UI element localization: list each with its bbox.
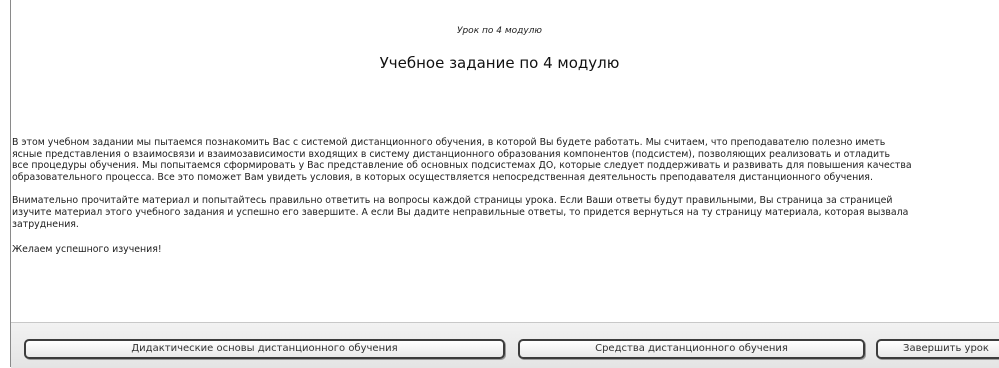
closing-wish: Желаем успешного изучения! xyxy=(12,244,162,256)
intro-line-2: ясные представления о взаимосвязи и взаи… xyxy=(12,148,891,160)
previous-lesson-button[interactable]: Дидактические основы дистанционного обуч… xyxy=(24,339,505,359)
instruction-line-2: изучите материал этого учебного задания … xyxy=(12,206,909,218)
lesson-text: В этом учебном задании мы пытаемся позна… xyxy=(12,137,999,256)
instruction-line-1: Внимательно прочитайте материал и попыта… xyxy=(12,195,893,207)
instruction-line-3: затруднения. xyxy=(12,218,79,230)
intro-line-3: все процедуры обучения. Мы попытаемся сф… xyxy=(12,160,912,172)
finish-lesson-button[interactable]: Завершить урок xyxy=(876,339,999,359)
next-lesson-button[interactable]: Средства дистанционного обучения xyxy=(518,339,865,359)
intro-line-1: В этом учебном задании мы пытаемся позна… xyxy=(12,137,886,148)
intro-line-4: образовательного процесса. Все это помож… xyxy=(12,171,873,183)
page-title: Учебное задание по 4 модулю xyxy=(379,54,620,72)
lesson-breadcrumb: Урок по 4 модулю xyxy=(456,26,542,36)
